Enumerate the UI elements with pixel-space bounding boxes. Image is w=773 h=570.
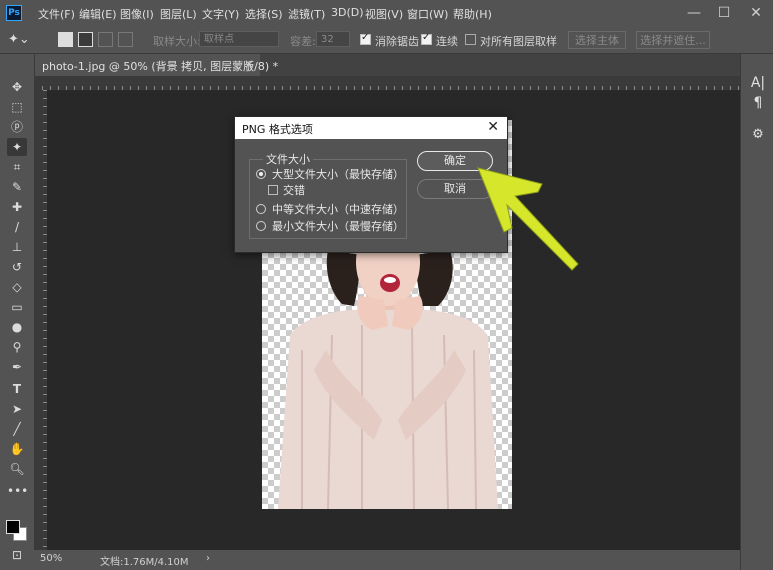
interlace-checkbox[interactable]	[268, 185, 278, 195]
move-tool-icon[interactable]: ✥	[7, 78, 27, 96]
crop-tool-icon[interactable]: ⌗	[7, 158, 27, 176]
dialog-titlebar: PNG 格式选项 ✕	[235, 117, 507, 139]
menu-layer[interactable]: 图层(L)	[160, 6, 197, 22]
sample-size-label: 取样大小:	[153, 35, 201, 48]
menu-help[interactable]: 帮助(H)	[453, 6, 492, 22]
menu-file[interactable]: 文件(F)	[38, 6, 75, 22]
file-size-group-label: 文件大小	[263, 151, 313, 167]
subtract-selection-icon[interactable]	[98, 32, 113, 47]
contiguous-checkbox[interactable]	[421, 32, 432, 45]
document-size: 文档:1.76M/4.10M	[100, 557, 189, 568]
dialog-close-icon[interactable]: ✕	[487, 119, 499, 135]
history-brush-tool-icon[interactable]: ↺	[7, 258, 27, 276]
menu-view[interactable]: 视图(V)	[365, 6, 403, 22]
close-window-button[interactable]: ✕	[746, 3, 766, 23]
paragraph-panel-icon[interactable]: ¶	[749, 94, 767, 112]
status-bar: 50% 文档:1.76M/4.10M ›	[34, 550, 740, 570]
horizontal-ruler[interactable]	[34, 76, 740, 91]
menu-image[interactable]: 图像(I)	[120, 6, 154, 22]
menu-type[interactable]: 文字(Y)	[202, 6, 239, 22]
vertical-ruler[interactable]	[34, 90, 48, 550]
select-subject-button[interactable]: 选择主体	[568, 31, 626, 49]
contiguous-label: 连续	[436, 35, 458, 48]
lasso-tool-icon[interactable]: ⓟ	[7, 118, 27, 136]
character-panel-icon[interactable]: A|	[749, 74, 767, 92]
foreground-color-swatch-top	[6, 520, 20, 534]
small-file-label: 最小文件大小（最慢存储）	[272, 220, 404, 233]
radio-medium-file[interactable]	[256, 204, 266, 214]
all-layers-label: 对所有图层取样	[480, 35, 557, 48]
close-tab-icon[interactable]: ×	[244, 57, 254, 71]
maximize-button[interactable]: ☐	[714, 3, 734, 23]
interlace-label: 交错	[283, 184, 305, 197]
sample-size-select[interactable]: 取样点	[199, 31, 279, 47]
menu-bar: Ps 文件(F) 编辑(E) 图像(I) 图层(L) 文字(Y) 选择(S) 滤…	[0, 0, 773, 26]
antialias-checkbox[interactable]	[360, 32, 371, 45]
select-and-mask-button[interactable]: 选择并遮住...	[636, 31, 710, 49]
intersect-selection-icon[interactable]	[118, 32, 133, 47]
radio-large-file[interactable]	[256, 169, 266, 179]
antialias-label: 消除锯齿	[375, 35, 419, 48]
eyedropper-tool-icon[interactable]: ✎	[7, 178, 27, 196]
status-menu-arrow[interactable]: ›	[206, 553, 210, 564]
hand-tool-icon[interactable]: ✋	[7, 440, 27, 458]
new-selection-icon[interactable]	[58, 32, 73, 47]
menu-window[interactable]: 窗口(W)	[407, 6, 448, 22]
menu-filter[interactable]: 滤镜(T)	[288, 6, 325, 22]
large-file-label: 大型文件大小（最快存储）	[272, 168, 404, 181]
dodge-tool-icon[interactable]: ⚲	[7, 338, 27, 356]
pen-tool-icon[interactable]: ✒	[7, 358, 27, 376]
annotation-arrow-icon	[477, 167, 579, 271]
gradient-tool-icon[interactable]: ▭	[7, 298, 27, 316]
properties-panel-icon[interactable]: ⚙	[749, 126, 767, 144]
type-tool-icon[interactable]: T	[7, 380, 27, 398]
document-tab[interactable]: photo-1.jpg @ 50% (背景 拷贝, 图层蒙版/8) * ×	[34, 54, 278, 76]
menu-select[interactable]: 选择(S)	[245, 6, 283, 22]
tolerance-label: 容差:	[290, 35, 316, 48]
radio-small-file[interactable]	[256, 221, 266, 231]
photoshop-logo: Ps	[6, 5, 22, 21]
options-bar: ✦⌄ 取样大小: 取样点 容差: 32 消除锯齿 连续 对所有图层取样 选择主体…	[0, 27, 773, 54]
stamp-tool-icon[interactable]: ⊥	[7, 238, 27, 256]
marquee-tool-icon[interactable]: ⬚	[7, 98, 27, 116]
tolerance-input[interactable]: 32	[316, 31, 350, 47]
magic-wand-preset-icon[interactable]: ✦⌄	[8, 30, 34, 50]
healing-brush-tool-icon[interactable]: ✚	[7, 198, 27, 216]
line-tool-icon[interactable]: ╱	[7, 420, 27, 438]
brush-tool-icon[interactable]: /	[7, 218, 27, 236]
medium-file-label: 中等文件大小（中速存储）	[272, 203, 404, 216]
zoom-level[interactable]: 50%	[40, 553, 62, 564]
more-tools-icon[interactable]: •••	[7, 482, 28, 500]
quick-mask-icon[interactable]: ⊡	[7, 546, 27, 564]
dialog-title: PNG 格式选项	[242, 123, 313, 136]
menu-edit[interactable]: 编辑(E)	[79, 6, 117, 22]
add-selection-icon[interactable]	[78, 32, 93, 47]
minimize-button[interactable]: —	[684, 3, 704, 23]
right-panel-dock: A| ¶ ⚙	[740, 54, 773, 570]
menu-3d[interactable]: 3D(D)	[331, 6, 364, 19]
tools-panel: ✥ ⬚ ⓟ ✦ ⌗ ✎ ✚ / ⊥ ↺ ◇ ▭ ● ⚲ ✒ T ➤ ╱ ✋ 🔍︎…	[0, 54, 35, 570]
all-layers-checkbox[interactable]	[465, 34, 476, 45]
magic-wand-tool-icon[interactable]: ✦	[7, 138, 27, 156]
zoom-tool-icon[interactable]: 🔍︎	[7, 460, 27, 478]
blur-tool-icon[interactable]: ●	[7, 318, 27, 336]
document-tab-label: photo-1.jpg @ 50% (背景 拷贝, 图层蒙版/8) *	[42, 60, 279, 73]
path-selection-tool-icon[interactable]: ➤	[7, 400, 27, 418]
eraser-tool-icon[interactable]: ◇	[7, 278, 27, 296]
